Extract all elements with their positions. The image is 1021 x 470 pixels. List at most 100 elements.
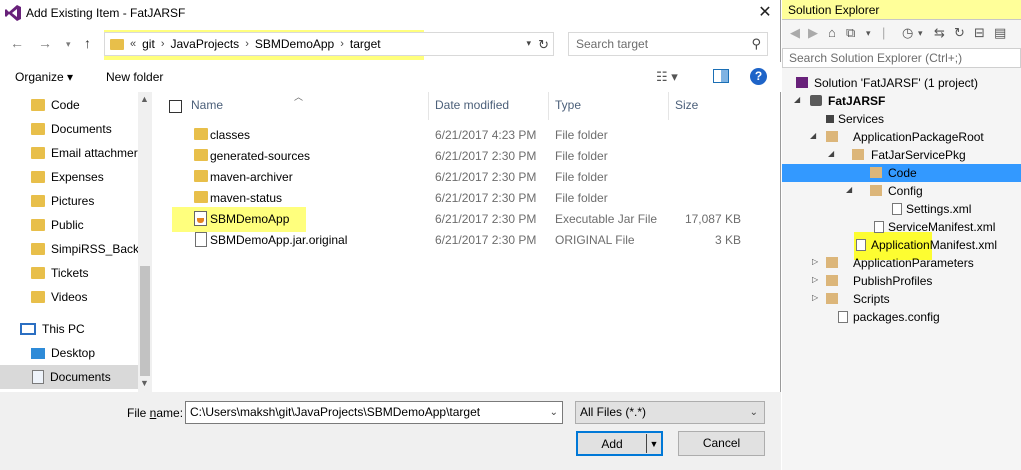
nav-item-this-pc[interactable]: This PC	[0, 317, 138, 341]
file-row-classes[interactable]: classes 6/21/2017 4:23 PM File folder	[158, 124, 778, 145]
tree-node-applicationparameters[interactable]: ▷ ApplicationParameters	[782, 254, 1021, 272]
show-all-files-icon[interactable]: ▤	[994, 25, 1006, 41]
search-icon[interactable]: ⚲	[751, 36, 761, 52]
nav-item-documents[interactable]: Documents	[0, 117, 138, 141]
overflow-chevron-icon[interactable]: «	[130, 38, 136, 50]
nav-item-desktop[interactable]: Desktop	[0, 341, 138, 365]
cancel-button[interactable]: Cancel	[678, 431, 765, 456]
file-row-generated-sources[interactable]: generated-sources 6/21/2017 2:30 PM File…	[158, 145, 778, 166]
tree-node-scripts[interactable]: ▷ Scripts	[782, 290, 1021, 308]
nav-item-tickets[interactable]: Tickets	[0, 261, 138, 285]
address-row: ← → ▾ ↑ « git › JavaProjects › SBMDemoAp…	[0, 30, 781, 60]
solution-explorer-search-input[interactable]: Search Solution Explorer (Ctrl+;)	[782, 48, 1021, 68]
expanded-arrow-icon[interactable]: ◢	[794, 95, 800, 104]
tree-node-applicationmanifest-xml[interactable]: ApplicationManifest.xml	[782, 236, 1021, 254]
nav-item-public[interactable]: Public	[0, 213, 138, 237]
forward-icon[interactable]: ▶	[808, 25, 818, 41]
scroll-up-icon[interactable]: ▲	[140, 94, 149, 104]
file-row-maven-archiver[interactable]: maven-archiver 6/21/2017 2:30 PM File fo…	[158, 166, 778, 187]
organize-button[interactable]: Organize ▾	[15, 70, 73, 84]
forward-arrow-icon[interactable]: →	[38, 35, 52, 51]
nav-item-pictures[interactable]: Pictures	[0, 189, 138, 213]
breadcrumb-javaprojects[interactable]: JavaProjects	[170, 37, 239, 51]
file-type-filter-select[interactable]: All Files (*.*) ⌄	[575, 401, 765, 424]
nav-item-code[interactable]: Code	[0, 93, 138, 117]
back-arrow-icon[interactable]: ←	[10, 35, 24, 51]
folder-icon	[826, 275, 838, 286]
tree-node-servicemanifest-xml[interactable]: ServiceManifest.xml	[782, 218, 1021, 236]
file-row-sbmdemoapp-jar[interactable]: SBMDemoApp 6/21/2017 2:30 PM Executable …	[158, 208, 778, 229]
column-divider[interactable]	[548, 92, 549, 120]
tree-node-code[interactable]: Code	[782, 164, 1021, 182]
tree-node-services[interactable]: Services	[782, 110, 1021, 128]
collapsed-arrow-icon[interactable]: ▷	[812, 293, 818, 302]
chevron-right-icon[interactable]: ›	[161, 38, 165, 50]
column-header-date[interactable]: Date modified	[435, 98, 509, 118]
preview-pane-icon[interactable]	[713, 69, 729, 83]
folder-icon	[31, 291, 45, 303]
tree-node-publishprofiles[interactable]: ▷ PublishProfiles	[782, 272, 1021, 290]
tree-node-settings-xml[interactable]: Settings.xml	[782, 200, 1021, 218]
home-icon[interactable]: ⌂	[828, 25, 836, 40]
pending-changes-icon[interactable]: ◷	[902, 25, 913, 41]
refresh-icon[interactable]: ↻	[538, 37, 549, 53]
chevron-down-icon[interactable]: ▾	[866, 28, 871, 39]
column-header-type[interactable]: Type	[555, 98, 581, 118]
nav-item-email-attachments[interactable]: Email attachmer	[0, 141, 138, 165]
back-icon[interactable]: ◀	[790, 25, 800, 41]
refresh-icon[interactable]: ↻	[954, 25, 965, 41]
scroll-down-icon[interactable]: ▼	[140, 378, 149, 388]
tree-node-config[interactable]: ◢ Config	[782, 182, 1021, 200]
solution-explorer-toolbar: ◀ ▶ ⌂ ⧉ ▾ | ◷ ▾ ⇆ ↻ ⊟ ▤	[782, 22, 1021, 46]
new-folder-button[interactable]: New folder	[106, 70, 163, 84]
chevron-down-icon[interactable]: ▾	[918, 28, 923, 39]
nav-item-documents-pc[interactable]: Documents	[0, 365, 138, 389]
nav-item-videos[interactable]: Videos	[0, 285, 138, 309]
folder-icon	[31, 147, 45, 159]
file-row-maven-status[interactable]: maven-status 6/21/2017 2:30 PM File fold…	[158, 187, 778, 208]
column-divider[interactable]	[668, 92, 669, 120]
expanded-arrow-icon[interactable]: ◢	[828, 149, 834, 158]
change-view-icon[interactable]: ☷ ▾	[656, 69, 678, 85]
select-all-checkbox[interactable]	[169, 100, 182, 113]
breadcrumb-git[interactable]: git	[142, 37, 155, 51]
nav-scrollbar[interactable]: ▲ ▼	[138, 92, 152, 392]
help-icon[interactable]: ?	[750, 68, 767, 85]
breadcrumb-sbmdemoapp[interactable]: SBMDemoApp	[255, 37, 334, 51]
folder-icon	[31, 99, 45, 111]
expanded-arrow-icon[interactable]: ◢	[810, 131, 816, 140]
chevron-down-icon[interactable]: ⌄	[750, 402, 758, 423]
up-arrow-icon[interactable]: ↑	[84, 35, 91, 51]
scroll-thumb[interactable]	[140, 266, 150, 376]
recent-locations-chevron-icon[interactable]: ▾	[66, 39, 71, 50]
add-button[interactable]: Add ▼	[576, 431, 663, 456]
chevron-down-icon[interactable]: ⌄	[550, 402, 558, 423]
switch-views-icon[interactable]: ⧉	[846, 25, 855, 41]
breadcrumb-target[interactable]: target	[350, 37, 381, 51]
close-icon[interactable]: ✕	[755, 3, 775, 23]
nav-item-simpirss-backup[interactable]: SimpiRSS_Backu	[0, 237, 138, 261]
address-bar[interactable]: « git › JavaProjects › SBMDemoApp › targ…	[104, 32, 554, 56]
file-row-sbmdemoapp-original[interactable]: SBMDemoApp.jar.original 6/21/2017 2:30 P…	[158, 229, 778, 250]
chevron-right-icon[interactable]: ›	[245, 38, 249, 50]
file-name-input[interactable]: C:\Users\maksh\git\JavaProjects\SBMDemoA…	[185, 401, 563, 424]
tree-node-packages-config[interactable]: packages.config	[782, 308, 1021, 326]
address-dropdown-icon[interactable]: ▾	[526, 38, 531, 49]
sync-icon[interactable]: ⇆	[934, 25, 945, 41]
collapsed-arrow-icon[interactable]: ▷	[812, 257, 818, 266]
column-header-name[interactable]: Name	[191, 98, 223, 118]
tree-node-applicationpackageroot[interactable]: ◢ ApplicationPackageRoot	[782, 128, 1021, 146]
collapse-all-icon[interactable]: ⊟	[974, 25, 985, 41]
chevron-right-icon[interactable]: ›	[340, 38, 344, 50]
nav-item-expenses[interactable]: Expenses	[0, 165, 138, 189]
tree-node-fatjarsf[interactable]: ◢ FatJARSF	[782, 92, 1021, 110]
folder-icon	[826, 293, 838, 304]
search-input[interactable]: Search target ⚲	[568, 32, 768, 56]
collapsed-arrow-icon[interactable]: ▷	[812, 275, 818, 284]
column-header-size[interactable]: Size	[675, 98, 698, 118]
add-options-dropdown-icon[interactable]: ▼	[647, 439, 661, 449]
expanded-arrow-icon[interactable]: ◢	[846, 185, 852, 194]
tree-node-solution[interactable]: Solution 'FatJARSF' (1 project)	[782, 74, 1021, 92]
column-divider[interactable]	[428, 92, 429, 120]
tree-node-fatjarservicepkg[interactable]: ◢ FatJarServicePkg	[782, 146, 1021, 164]
